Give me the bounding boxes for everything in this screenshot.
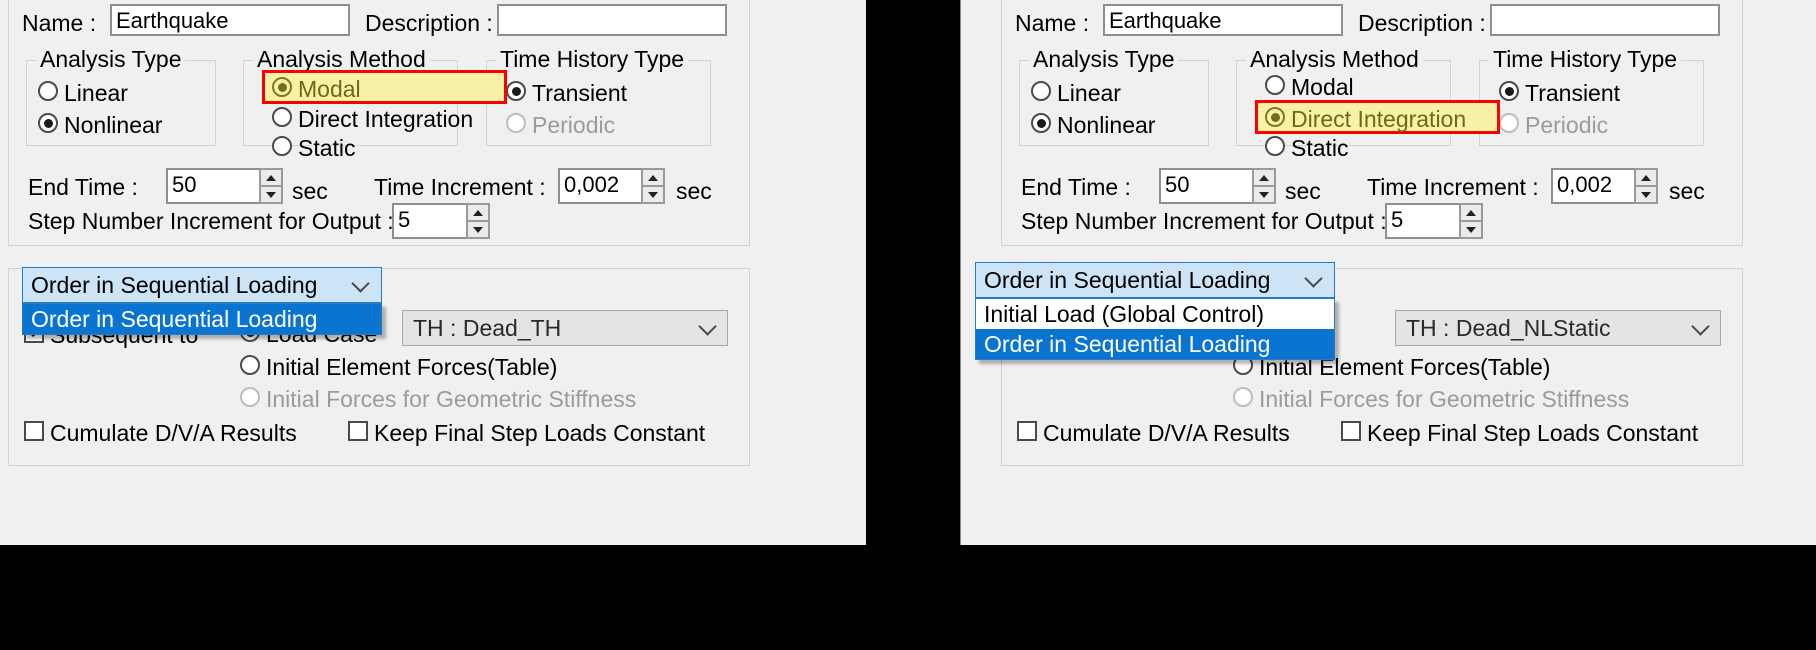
- radio-initial-forces-geometric: [1233, 387, 1253, 407]
- radio-initial-element-forces[interactable]: [240, 355, 260, 375]
- load-case-combo[interactable]: TH : Dead_NLStatic: [1395, 310, 1721, 346]
- keep-final-step-checkbox[interactable]: [1341, 421, 1361, 441]
- cumulate-results-label: Cumulate D/V/A Results: [50, 422, 297, 445]
- cumulate-results-label: Cumulate D/V/A Results: [1043, 422, 1290, 445]
- load-case-combo[interactable]: TH : Dead_TH: [402, 310, 728, 346]
- order-dropdown-list[interactable]: Initial Load (Global Control) Order in S…: [975, 298, 1335, 360]
- load-case-combo-value: TH : Dead_NLStatic: [1406, 315, 1611, 342]
- keep-final-step-label: Keep Final Step Loads Constant: [1367, 422, 1698, 445]
- left-dialog-panel: Name : Earthquake Description : Analysis…: [0, 0, 866, 545]
- keep-final-step-checkbox[interactable]: [348, 421, 368, 441]
- order-dropdown-list[interactable]: Order in Sequential Loading: [22, 303, 382, 335]
- load-case-combo-value: TH : Dead_TH: [413, 315, 561, 342]
- upper-section-frame: [8, 0, 750, 246]
- order-combo-value: Order in Sequential Loading: [984, 267, 1270, 294]
- order-combo-value: Order in Sequential Loading: [31, 272, 317, 299]
- cumulate-results-checkbox[interactable]: [24, 421, 44, 441]
- radio-modal[interactable]: [272, 77, 292, 97]
- chevron-down-icon: [701, 324, 714, 337]
- cumulate-results-checkbox[interactable]: [1017, 421, 1037, 441]
- radio-initial-forces-geometric: [240, 387, 260, 407]
- order-combo-open[interactable]: Order in Sequential Loading: [22, 267, 382, 303]
- chevron-down-icon: [1694, 324, 1707, 337]
- dropdown-option[interactable]: Order in Sequential Loading: [23, 304, 381, 334]
- chevron-down-icon: [1307, 276, 1320, 285]
- radio-initial-forces-geometric-label: Initial Forces for Geometric Stiffness: [1259, 388, 1629, 411]
- keep-final-step-label: Keep Final Step Loads Constant: [374, 422, 705, 445]
- radio-direct-integration[interactable]: [1265, 107, 1285, 127]
- radio-modal-label: Modal: [298, 78, 361, 101]
- chevron-down-icon: [354, 281, 367, 290]
- dropdown-option[interactable]: Initial Load (Global Control): [976, 299, 1334, 329]
- right-dialog-panel: Name : Earthquake Description : Analysis…: [960, 0, 1816, 545]
- radio-direct-integration-label: Direct Integration: [1291, 108, 1466, 131]
- order-combo-open[interactable]: Order in Sequential Loading: [975, 262, 1335, 298]
- radio-initial-forces-geometric-label: Initial Forces for Geometric Stiffness: [266, 388, 636, 411]
- radio-initial-element-forces-label: Initial Element Forces(Table): [266, 356, 557, 379]
- screenshot-root: Name : Earthquake Description : Analysis…: [0, 0, 1816, 650]
- dropdown-option[interactable]: Order in Sequential Loading: [976, 329, 1334, 359]
